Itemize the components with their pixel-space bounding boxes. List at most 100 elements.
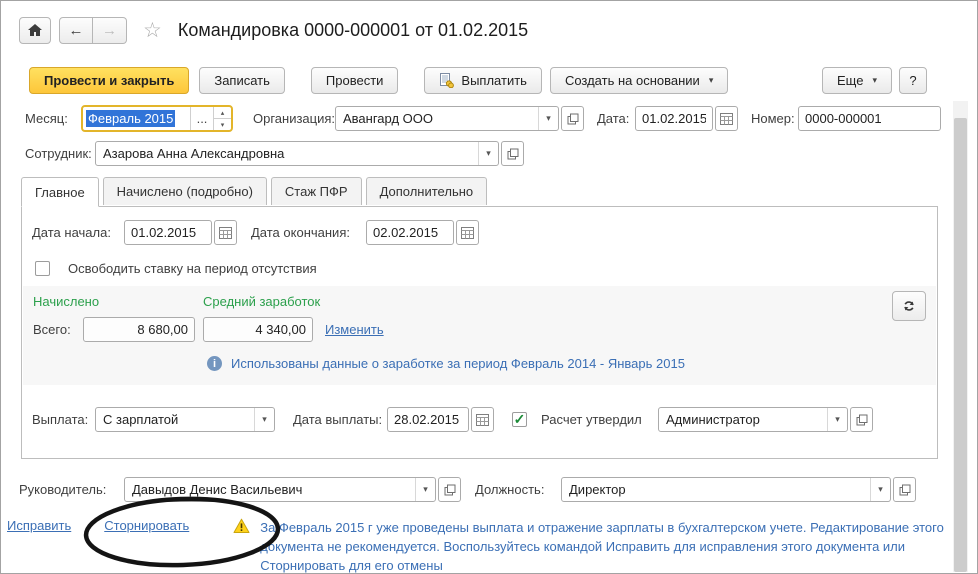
post-button[interactable]: Провести [310, 67, 399, 94]
employee-row: Сотрудник: Азарова Анна Александровна [1, 141, 977, 166]
dropdown-arrow-icon[interactable] [538, 107, 558, 130]
month-value-selected: Февраль 2015 [86, 110, 176, 127]
calendar-icon [219, 226, 232, 239]
pay-button[interactable]: Выплатить [424, 67, 542, 94]
write-button[interactable]: Записать [199, 67, 285, 94]
vertical-scrollbar[interactable] [953, 101, 968, 572]
organization-open-button[interactable] [561, 106, 584, 131]
end-date-calendar-button[interactable] [456, 220, 479, 245]
home-button[interactable] [19, 16, 51, 44]
tab-main[interactable]: Главное [21, 177, 99, 207]
employee-open-button[interactable] [501, 141, 524, 166]
manager-label: Руководитель: [19, 482, 107, 497]
spin-up-icon[interactable] [214, 107, 231, 119]
free-rate-label: Освободить ставку на период отсутствия [68, 261, 317, 276]
free-rate-checkbox[interactable] [35, 261, 50, 276]
reverse-link[interactable]: Сторнировать [104, 518, 189, 533]
month-label: Месяц: [25, 111, 68, 126]
correct-link[interactable]: Исправить [7, 518, 71, 533]
calendar-icon [476, 413, 489, 426]
earnings-headers: Начислено Средний заработок [33, 294, 926, 309]
doc-number-label: Номер: [751, 111, 795, 126]
totals-row: Всего: Изменить [33, 317, 926, 342]
doc-number-input[interactable] [798, 106, 941, 131]
tab-bar: Главное Начислено (подробно) Стаж ПФР До… [21, 177, 977, 207]
chevron-down-icon [872, 75, 877, 86]
open-icon [444, 484, 456, 496]
dropdown-arrow-icon[interactable] [870, 478, 890, 501]
position-label: Должность: [475, 482, 545, 497]
warning-icon [233, 518, 250, 534]
approved-label: Расчет утвердил [541, 412, 642, 427]
open-icon [856, 414, 868, 426]
forward-button[interactable] [93, 16, 127, 44]
month-spinner [213, 107, 231, 130]
change-link[interactable]: Изменить [325, 322, 384, 337]
create-based-on-button[interactable]: Создать на основании [549, 67, 729, 94]
back-arrow-icon [69, 23, 84, 38]
start-date-input[interactable] [124, 220, 212, 245]
free-rate-row: Освободить ставку на период отсутствия [35, 261, 937, 276]
approver-open-button[interactable] [850, 407, 873, 432]
header-fields-row: Месяц: Февраль 2015 ... Организация: Ава… [1, 105, 977, 132]
document-window: Командировка 0000-000001 от 01.02.2015 П… [0, 0, 978, 574]
doc-date-calendar-button[interactable] [715, 106, 738, 131]
payment-date-label: Дата выплаты: [293, 412, 383, 427]
tab-accrued-detail[interactable]: Начислено (подробно) [102, 177, 267, 205]
manager-row: Руководитель: Давыдов Денис Васильевич Д… [1, 477, 977, 502]
help-button[interactable]: ? [899, 67, 927, 94]
favorite-star-icon[interactable] [143, 20, 162, 41]
doc-date-label: Дата: [597, 111, 630, 126]
toolbar: Провести и закрыть Записать Провести Вып… [1, 67, 977, 94]
employee-combo[interactable]: Азарова Анна Александровна [95, 141, 499, 166]
approver-combo[interactable]: Администратор [658, 407, 848, 432]
history-nav [59, 16, 127, 44]
forward-arrow-icon [102, 23, 117, 38]
month-field[interactable]: Февраль 2015 ... [81, 105, 233, 132]
end-date-input[interactable] [366, 220, 454, 245]
manager-open-button[interactable] [438, 477, 461, 502]
approved-checkbox[interactable] [512, 412, 527, 427]
position-open-button[interactable] [893, 477, 916, 502]
month-picker-button[interactable]: ... [190, 107, 213, 130]
chevron-down-icon [709, 75, 714, 86]
start-date-calendar-button[interactable] [214, 220, 237, 245]
dropdown-arrow-icon[interactable] [827, 408, 847, 431]
tab-pfr-experience[interactable]: Стаж ПФР [270, 177, 362, 205]
total-label: Всего: [33, 322, 71, 337]
accrued-total-input[interactable] [83, 317, 195, 342]
tab-panel-main: Дата начала: Дата окончания: Освободить … [21, 206, 938, 459]
manager-combo[interactable]: Давыдов Денис Васильевич [124, 477, 436, 502]
tab-additional[interactable]: Дополнительно [365, 177, 488, 205]
payment-combo[interactable]: С зарплатой [95, 407, 275, 432]
recalculate-button[interactable] [892, 291, 926, 321]
payment-date-input[interactable] [387, 407, 469, 432]
open-icon [507, 148, 519, 160]
avg-total-input[interactable] [203, 317, 313, 342]
dropdown-arrow-icon[interactable] [415, 478, 435, 501]
dates-row: Дата начала: Дата окончания: [32, 220, 937, 245]
open-icon [567, 113, 579, 125]
footer-actions-row: Исправить Сторнировать За Февраль 2015 г… [1, 518, 977, 573]
employee-label: Сотрудник: [25, 146, 92, 161]
dropdown-arrow-icon[interactable] [478, 142, 498, 165]
payment-date-calendar-button[interactable] [471, 407, 494, 432]
post-and-close-button[interactable]: Провести и закрыть [29, 67, 190, 94]
dropdown-arrow-icon[interactable] [254, 408, 274, 431]
organization-combo[interactable]: Авангард ООО [335, 106, 559, 131]
accrued-header: Начислено [33, 294, 100, 309]
earnings-info-row: Использованы данные о заработке за перио… [207, 356, 926, 371]
organization-label: Организация: [253, 111, 336, 126]
earnings-info-text: Использованы данные о заработке за перио… [231, 356, 685, 371]
spin-down-icon[interactable] [214, 119, 231, 130]
more-button[interactable]: Еще [822, 67, 892, 94]
home-icon [28, 23, 42, 37]
back-button[interactable] [59, 16, 93, 44]
doc-date-input[interactable] [635, 106, 713, 131]
position-combo[interactable]: Директор [561, 477, 891, 502]
earnings-section: Начислено Средний заработок Всего: Изм [23, 286, 936, 385]
pay-document-coins-icon [439, 73, 455, 88]
warning-text: За Февраль 2015 г уже проведены выплата … [260, 520, 944, 573]
open-icon [899, 484, 911, 496]
avg-earnings-header: Средний заработок [203, 294, 321, 309]
